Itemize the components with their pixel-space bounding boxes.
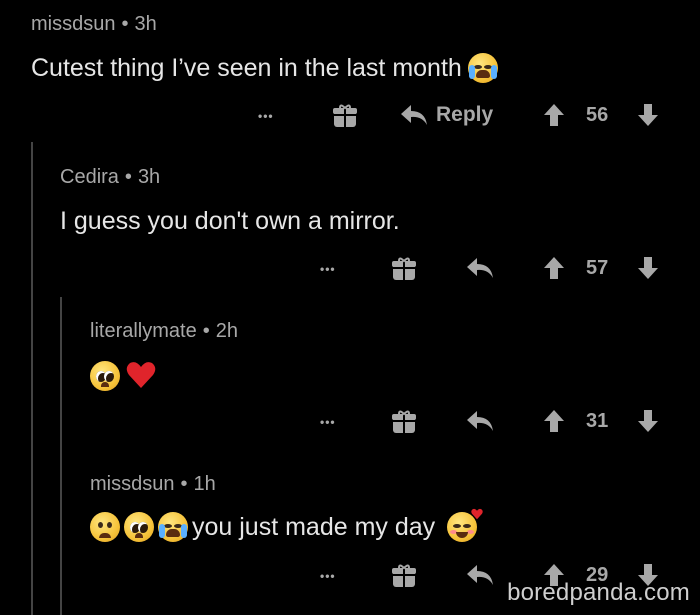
vote-score: 31: [586, 410, 609, 432]
upvote-icon[interactable]: [543, 103, 565, 127]
timestamp: 3h: [137, 166, 161, 188]
separator: •: [124, 166, 132, 188]
comment-text: I guess you don't own a mirror.: [60, 207, 400, 236]
downvote-icon[interactable]: [637, 103, 659, 127]
timestamp: 3h: [134, 13, 157, 35]
gift-icon[interactable]: [332, 103, 358, 129]
downvote-icon[interactable]: [637, 409, 659, 433]
comment-actions: ••• Reply 56: [0, 100, 700, 130]
username[interactable]: Cedira: [60, 166, 119, 188]
comment-body-text: Cutest thing I’ve seen in the last month: [31, 53, 462, 82]
comment-body-text: you just made my day: [192, 512, 436, 541]
comment-text: [90, 361, 156, 391]
separator: •: [121, 13, 129, 35]
comment-meta: literallymate • 2h: [90, 320, 238, 343]
gift-icon[interactable]: [391, 563, 417, 589]
vote-score: 57: [586, 257, 609, 279]
smiling-face-with-hearts-icon: [447, 508, 483, 542]
comment-meta: Cedira • 3h: [60, 166, 160, 189]
loudly-crying-face-icon: [467, 53, 498, 83]
pleading-face-icon: [124, 512, 154, 542]
comment-actions: ••• 31: [0, 406, 700, 436]
separator: •: [202, 320, 210, 342]
reply-arrow-icon[interactable]: [400, 104, 428, 126]
timestamp: 2h: [215, 320, 238, 342]
timestamp: 1h: [193, 473, 216, 495]
comment-text: you just made my day: [90, 508, 483, 542]
upvote-icon[interactable]: [543, 409, 565, 433]
comment-body-text: I guess you don't own a mirror.: [60, 207, 400, 235]
separator: •: [180, 473, 188, 495]
upvote-icon[interactable]: [543, 256, 565, 280]
downvote-icon[interactable]: [637, 256, 659, 280]
gift-icon[interactable]: [391, 409, 417, 435]
more-button[interactable]: •••: [320, 569, 336, 583]
more-button[interactable]: •••: [258, 109, 274, 123]
reply-button[interactable]: Reply: [436, 103, 493, 127]
reply-arrow-icon[interactable]: [466, 257, 494, 279]
comment-text: Cutest thing I’ve seen in the last month: [31, 53, 498, 83]
red-heart-icon: [126, 361, 156, 391]
gift-icon[interactable]: [391, 256, 417, 282]
loudly-crying-face-icon: [158, 512, 188, 542]
comment-meta: missdsun • 3h: [31, 13, 157, 36]
comment-actions: ••• 57: [0, 253, 700, 283]
watermark: boredpanda.com: [507, 579, 690, 606]
thread-line-level-1[interactable]: [31, 142, 33, 615]
username[interactable]: missdsun: [31, 13, 115, 35]
username[interactable]: missdsun: [90, 473, 174, 495]
pleading-face-icon: [90, 361, 120, 391]
more-button[interactable]: •••: [320, 415, 336, 429]
reply-arrow-icon[interactable]: [466, 410, 494, 432]
reply-arrow-icon[interactable]: [466, 564, 494, 586]
frowning-face-icon: [90, 512, 120, 542]
comment-meta: missdsun • 1h: [90, 473, 216, 496]
vote-score: 56: [586, 104, 609, 126]
username[interactable]: literallymate: [90, 320, 197, 342]
more-button[interactable]: •••: [320, 262, 336, 276]
